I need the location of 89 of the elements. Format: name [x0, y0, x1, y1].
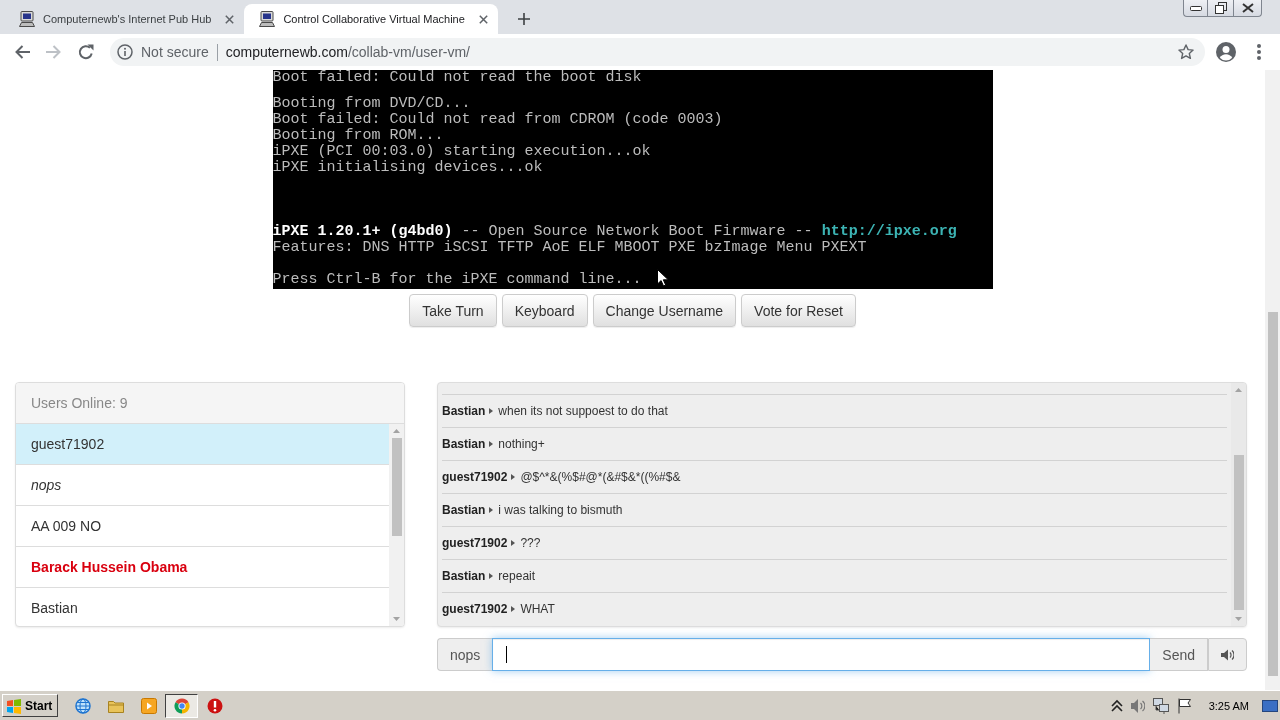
computer-icon	[259, 11, 276, 27]
speaker-icon[interactable]	[1130, 697, 1145, 714]
restore-icon	[1214, 2, 1227, 14]
chat-username: Bastian	[442, 569, 486, 583]
speaker-icon	[1221, 648, 1234, 661]
user-list-item[interactable]: guest71902	[16, 424, 389, 465]
info-icon	[117, 44, 133, 60]
terminal-line: iPXE 1.20.1+ (g4bd0) -- Open Source Network Boot Firmware -- http://ipxe.org	[272, 224, 957, 240]
play-icon	[140, 697, 157, 714]
chat-username: guest71902	[442, 602, 508, 616]
close-window-button[interactable]	[1233, 0, 1262, 17]
page-scrollbar[interactable]	[1265, 70, 1280, 690]
close-icon	[1241, 3, 1254, 13]
computer-icon	[19, 11, 35, 27]
chat-username: Bastian	[442, 437, 486, 451]
network-icon[interactable]	[1152, 697, 1169, 714]
chat-message: ???	[520, 536, 541, 550]
username-addon: nops	[437, 638, 493, 671]
scrollbar[interactable]	[389, 424, 404, 626]
text-cursor-icon	[506, 646, 508, 663]
user-list-item[interactable]: Barack Hussein Obama	[16, 547, 389, 588]
star-icon[interactable]	[1178, 44, 1194, 60]
caret-icon	[489, 573, 494, 579]
close-icon[interactable]	[478, 14, 488, 24]
caret-icon	[511, 474, 516, 480]
chat-message: when its not suppoest to do that	[498, 404, 668, 418]
security-label[interactable]: Not secure	[141, 44, 209, 60]
plus-icon[interactable]	[517, 13, 530, 25]
start-logo-icon	[6, 697, 22, 714]
chevron-up-icon[interactable]	[1110, 699, 1123, 712]
chat-username: Bastian	[442, 404, 486, 418]
flag-icon[interactable]	[1176, 697, 1191, 714]
restore-button[interactable]	[1207, 0, 1233, 17]
menu-icon[interactable]	[1257, 44, 1261, 60]
vm-screen[interactable]	[272, 70, 993, 289]
action-button[interactable]: Take Turn	[409, 294, 497, 327]
chat-username: guest71902	[442, 470, 508, 484]
account-icon[interactable]	[1216, 42, 1236, 62]
scrollbar-thumb[interactable]	[1233, 455, 1244, 610]
chat-message: @$^*&(%$#@*(&#$&*((%#$&	[520, 470, 681, 484]
caret-icon	[511, 540, 516, 546]
desktop-icon[interactable]	[1262, 699, 1278, 712]
terminal-line: Booting from DVD/CD...	[272, 96, 471, 112]
scrollbar-thumb[interactable]	[1267, 312, 1278, 676]
close-icon[interactable]	[225, 14, 235, 24]
terminal-line: Booting from ROM...	[272, 128, 444, 144]
minimize-icon	[1189, 5, 1202, 11]
terminal-line: iPXE (PCI 00:03.0) starting execution...ok	[272, 144, 651, 160]
caret-icon	[489, 408, 494, 414]
caret-icon	[489, 507, 494, 513]
browser-tab[interactable]: Computernewb's Internet Pub Hub	[4, 4, 245, 34]
chat-message: i was talking to bismuth	[498, 503, 623, 517]
chat-input-field[interactable]	[492, 638, 1151, 671]
action-button[interactable]: Keyboard	[501, 294, 588, 327]
chat-username: guest71902	[442, 536, 508, 550]
scrollbar-thumb[interactable]	[391, 438, 402, 536]
caret-icon	[511, 606, 516, 612]
action-button[interactable]: Vote for Reset	[741, 294, 856, 327]
volume-button[interactable]	[1208, 638, 1247, 671]
globe-icon	[74, 697, 91, 714]
user-list-item[interactable]: Bastian	[16, 588, 389, 626]
terminal-line: Features: DNS HTTP iSCSI TFTP AoE ELF MBOOT PXE bzImage Menu PXEXT	[272, 240, 867, 256]
address-bar[interactable]: Not secure computernewb.com/collab-vm/user-vm/	[110, 38, 1205, 66]
reload-icon[interactable]	[78, 44, 94, 60]
clock[interactable]: 3:25 AM	[1208, 699, 1249, 712]
browser-tab[interactable]: Control Collaborative Virtual Machine	[244, 4, 498, 34]
circle-logo-icon	[173, 697, 190, 714]
chat-message: WHAT	[520, 602, 555, 616]
minimize-button[interactable]	[1183, 0, 1207, 17]
terminal-line: Boot failed: Could not read the boot disk	[272, 70, 642, 86]
chat-message: nothing+	[498, 437, 545, 451]
action-button[interactable]: Change Username	[592, 294, 737, 327]
terminal-line: Press Ctrl-B for the iPXE command line...	[272, 272, 642, 288]
mouse-pointer-icon	[656, 269, 668, 286]
terminal-line: iPXE initialising devices...ok	[272, 160, 543, 176]
exclamation-icon	[206, 697, 223, 714]
scrollbar[interactable]	[1231, 383, 1246, 626]
back-icon[interactable]	[14, 44, 30, 60]
start-button[interactable]: Start	[2, 694, 59, 717]
user-list-item[interactable]: nops	[16, 465, 389, 506]
user-list-item[interactable]: AA 009 NO	[16, 506, 389, 547]
chat-username: Bastian	[442, 503, 486, 517]
users-online-heading: Users Online: 9	[16, 383, 404, 424]
send-button[interactable]: Send	[1150, 638, 1208, 671]
url-text: computernewb.com/collab-vm/user-vm/	[225, 44, 470, 60]
caret-icon	[489, 441, 494, 447]
taskbar-button[interactable]	[165, 693, 199, 718]
terminal-line: Boot failed: Could not read from CDROM (code 0003)	[272, 112, 723, 128]
chat-message: repeait	[498, 569, 536, 583]
